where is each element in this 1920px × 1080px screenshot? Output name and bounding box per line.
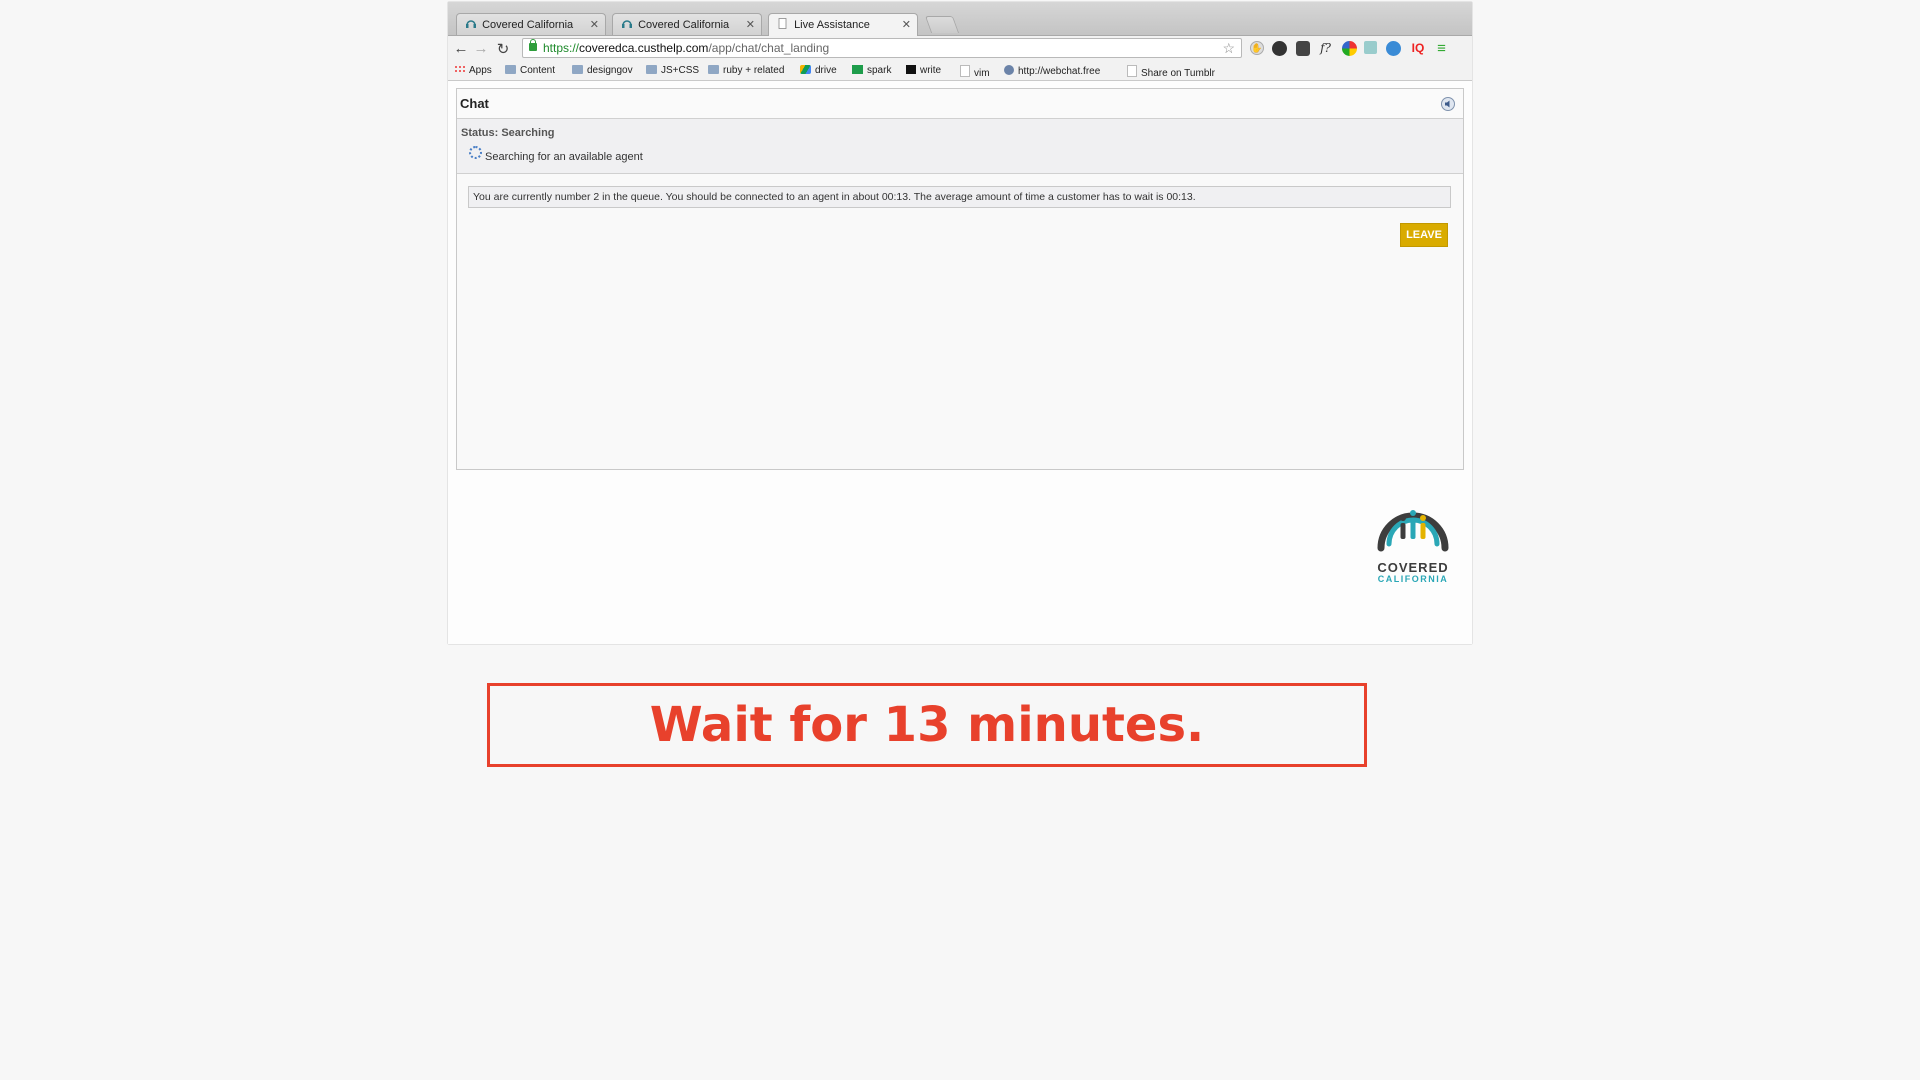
bookmark-label: Content (520, 65, 556, 76)
annotation-caption: Wait for 13 minutes. (487, 683, 1367, 767)
back-arrow-icon[interactable]: ← (452, 40, 470, 57)
copy-extension-icon[interactable] (1364, 41, 1377, 54)
bookmark-label: vim (974, 68, 990, 79)
folder-icon (572, 65, 583, 74)
forward-arrow-icon[interactable]: → (472, 40, 490, 57)
bookmark-label: ruby + related (723, 65, 785, 76)
bookmark-label: Apps (469, 65, 492, 76)
new-tab-button[interactable] (924, 16, 960, 33)
tab-live-assistance[interactable]: Live Assistance ✕ (768, 13, 918, 36)
bookmark-drive[interactable]: drive (800, 65, 837, 76)
chat-title: Chat (457, 89, 1463, 119)
bookmark-label: JS+CSS (661, 65, 700, 76)
folder-icon (708, 65, 719, 74)
bookmark-label: drive (815, 65, 837, 76)
bookmark-label: write (920, 65, 942, 76)
dark-circle-extension-icon[interactable] (1272, 41, 1287, 56)
globe-icon (1004, 65, 1014, 75)
bookmark-webchat[interactable]: http://webchat.free (1004, 65, 1100, 77)
reload-icon[interactable]: ↻ (494, 40, 512, 58)
bookmark-spark[interactable]: spark (852, 65, 891, 76)
browser-toolbar: ← → ↻ https://coveredca.custhelp.com/app… (448, 36, 1472, 62)
bookmark-label: http://webchat.free (1018, 66, 1101, 77)
bookmark-write[interactable]: write (906, 65, 941, 76)
chat-panel: Chat Status: Searching Searching for an … (456, 88, 1464, 470)
tab-label: Covered California (638, 19, 730, 31)
loading-spinner-icon (469, 146, 482, 159)
tab-strip: Covered California ✕ Covered California … (448, 2, 1472, 36)
ghost-extension-icon[interactable]: ✋ (1250, 41, 1264, 55)
bookmark-vim[interactable]: vim (960, 65, 990, 79)
status-text: Status: Searching (461, 127, 555, 139)
bookmark-ruby-related[interactable]: ruby + related (708, 65, 784, 76)
bookmark-label: designgov (587, 65, 633, 76)
leave-button[interactable]: LEAVE (1400, 223, 1448, 247)
url-scheme: https:// (543, 41, 580, 55)
status-area: Status: Searching Searching for an avail… (457, 119, 1463, 174)
close-icon[interactable]: ✕ (590, 18, 599, 31)
tab-label: Covered California (482, 19, 574, 31)
bookmark-label: Share on Tumblr (1141, 68, 1215, 79)
url-host: coveredca.custhelp.com (579, 41, 709, 55)
bookmark-designgov[interactable]: designgov (572, 65, 633, 76)
logo-text-covered: COVERED (1377, 560, 1449, 575)
close-icon[interactable]: ✕ (746, 18, 755, 31)
iq-extension-icon[interactable]: IQ (1408, 41, 1428, 56)
folder-icon (505, 65, 516, 74)
logo-text-california: CALIFORNIA (1377, 574, 1449, 584)
close-icon[interactable]: ✕ (902, 18, 911, 31)
lock-icon (529, 39, 537, 51)
headset-icon (466, 20, 476, 28)
page-icon (960, 65, 970, 77)
address-bar[interactable]: https://coveredca.custhelp.com/app/chat/… (522, 38, 1242, 58)
color-picker-icon[interactable] (1342, 41, 1357, 56)
apps-grid-icon (454, 65, 465, 74)
bookmark-star-icon[interactable]: ☆ (1222, 39, 1235, 57)
speaker-icon[interactable] (1441, 97, 1455, 111)
page-icon (1127, 65, 1137, 77)
pocket-icon[interactable] (1296, 41, 1310, 56)
bookmark-share-tumblr[interactable]: Share on Tumblr (1127, 65, 1215, 79)
tab-label: Live Assistance (794, 19, 870, 31)
page-icon (778, 18, 787, 29)
font-extension-icon[interactable]: f? (1318, 41, 1333, 56)
bookmark-apps[interactable]: Apps (454, 65, 492, 76)
covered-california-logo: COVERED CALIFORNIA (1370, 482, 1456, 592)
covered-california-logo-mark (1377, 510, 1449, 552)
searching-text: Searching for an available agent (485, 151, 643, 163)
folder-icon (646, 65, 657, 74)
sheet-icon (852, 65, 863, 74)
bookmarks-bar: Apps Content designgov JS+CSS ruby + rel… (448, 62, 1472, 81)
bookmark-js-css[interactable]: JS+CSS (646, 65, 699, 76)
drive-icon (800, 65, 811, 74)
tab-covered-california-1[interactable]: Covered California ✕ (456, 13, 606, 35)
medium-icon (906, 65, 916, 74)
menu-icon[interactable]: ≡ (1434, 41, 1449, 56)
tab-covered-california-2[interactable]: Covered California ✕ (612, 13, 762, 35)
bookmark-content[interactable]: Content (505, 65, 555, 76)
bookmark-label: spark (867, 65, 892, 76)
new-badge-extension-icon[interactable] (1386, 41, 1401, 56)
browser-window: Covered California ✕ Covered California … (448, 2, 1472, 644)
headset-icon (622, 20, 632, 28)
queue-message: You are currently number 2 in the queue.… (468, 186, 1451, 208)
url-path: /app/chat/chat_landing (708, 41, 830, 55)
